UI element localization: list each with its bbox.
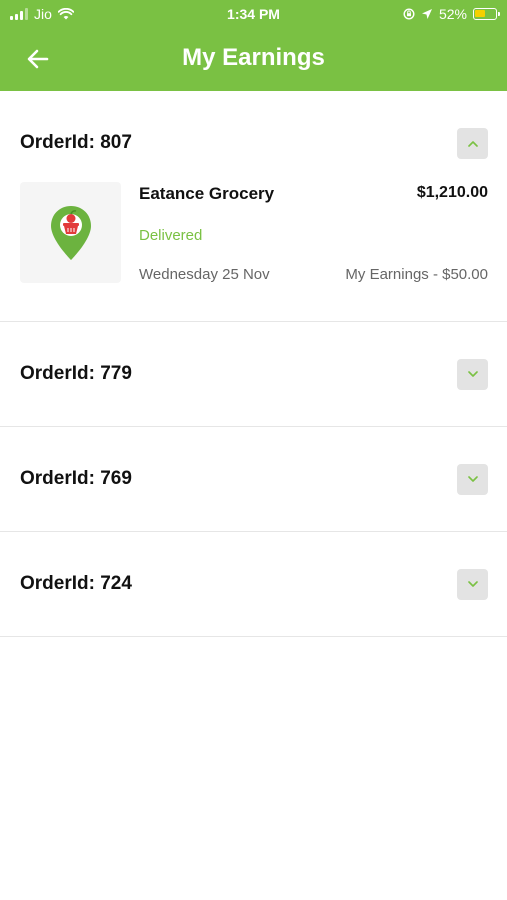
- order-card[interactable]: OrderId: 807 Eatance Grocery $1,210.00 D…: [0, 91, 507, 322]
- order-id-label: OrderId: 779: [20, 363, 132, 384]
- order-id-label: OrderId: 724: [20, 573, 132, 594]
- order-card[interactable]: OrderId: 769: [0, 427, 507, 532]
- order-card[interactable]: OrderId: 724: [0, 532, 507, 637]
- status-bar: Jio 1:34 PM 52%: [0, 0, 507, 28]
- store-name: Eatance Grocery: [139, 184, 275, 203]
- expand-toggle-button[interactable]: [457, 569, 488, 600]
- order-amount: $1,210.00: [416, 184, 488, 201]
- order-id-label: OrderId: 807: [20, 132, 132, 153]
- store-pin-icon: [50, 205, 91, 260]
- order-status-badge: Delivered: [139, 227, 203, 244]
- battery-level-fill: [475, 10, 485, 17]
- chevron-down-icon: [467, 476, 478, 482]
- app-bar: Jio 1:34 PM 52% My Earnings: [0, 0, 507, 91]
- expand-toggle-button[interactable]: [457, 464, 488, 495]
- order-earnings: My Earnings - $50.00: [345, 266, 488, 283]
- collapse-toggle-button[interactable]: [457, 128, 488, 159]
- chevron-down-icon: [467, 581, 478, 587]
- store-thumbnail: [20, 182, 121, 283]
- battery-icon: [473, 8, 500, 20]
- status-right: 52%: [403, 6, 500, 22]
- expand-toggle-button[interactable]: [457, 359, 488, 390]
- battery-percent: 52%: [438, 6, 467, 22]
- rotation-lock-icon: [403, 8, 415, 20]
- order-card[interactable]: OrderId: 779: [0, 322, 507, 427]
- chevron-up-icon: [467, 141, 478, 147]
- chevron-down-icon: [467, 371, 478, 377]
- order-id-label: OrderId: 769: [20, 468, 132, 489]
- page-title: My Earnings: [182, 44, 325, 71]
- location-arrow-icon: [421, 9, 432, 19]
- order-date: Wednesday 25 Nov: [139, 266, 270, 283]
